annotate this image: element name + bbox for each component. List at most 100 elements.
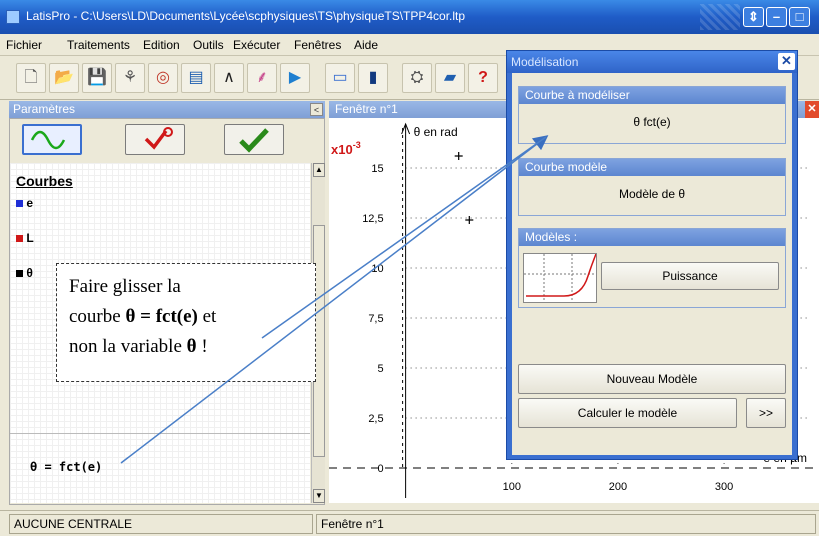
- collapse-panel-button[interactable]: <: [310, 103, 323, 116]
- instruction-callout: Faire glisser la courbe θ = fct(e) et no…: [56, 263, 316, 382]
- dialog-body: Courbe à modéliser θ fct(e) Courbe modèl…: [512, 73, 792, 455]
- window-title: LatisPro - C:\Users\LD\Documents\Lycée\s…: [26, 9, 466, 23]
- y-tick-label: 15: [371, 163, 383, 175]
- green-check-icon: [239, 128, 269, 153]
- menu-fenetres[interactable]: Fenêtres: [294, 38, 341, 52]
- validate-button[interactable]: [224, 124, 284, 155]
- y-multiplier-label: x10-3: [331, 140, 361, 157]
- x-tick-label: 300: [715, 481, 733, 493]
- model-curve-section: Courbe modèle Modèle de θ: [518, 158, 786, 216]
- status-bar: AUCUNE CENTRALE Fenêtre n°1: [0, 510, 819, 536]
- params-title: Paramètres: [13, 102, 76, 116]
- menu-executer[interactable]: Exécuter: [233, 38, 280, 52]
- callout-text: et: [197, 306, 217, 327]
- models-label: Modèles :: [519, 229, 785, 246]
- curve-to-model-label: Courbe à modéliser: [519, 87, 785, 104]
- curve-to-model-section: Courbe à modéliser θ fct(e): [518, 86, 786, 144]
- curve-label: L: [26, 231, 34, 245]
- dialog-close-button[interactable]: ✕: [778, 53, 795, 70]
- menu-outils[interactable]: Outils: [193, 38, 224, 52]
- curve-color-swatch: [16, 235, 23, 242]
- callout-text: !: [196, 336, 208, 357]
- pen-check-icon: [144, 127, 173, 150]
- help-icon[interactable]: ?: [468, 63, 498, 93]
- curve-label: θ: [26, 266, 33, 280]
- tools-icon[interactable]: ⛭: [402, 63, 432, 93]
- print-icon[interactable]: ▭: [325, 63, 355, 93]
- curves-heading: Courbes: [16, 173, 73, 189]
- params-header: Paramètres <: [9, 101, 325, 118]
- data-point: [454, 152, 463, 160]
- y-tick-label: 12,5: [362, 213, 383, 225]
- menu-aide[interactable]: Aide: [354, 38, 378, 52]
- x-tick-label: 200: [609, 481, 627, 493]
- y-tick-label: 10: [371, 263, 383, 275]
- power-model-thumbnail: [523, 253, 597, 303]
- power-curve-icon: [524, 253, 597, 302]
- minimize-button[interactable]: –: [766, 7, 787, 27]
- callout-text: non la variable: [69, 336, 187, 357]
- curve-label: e: [26, 196, 34, 210]
- x-tick-label: 100: [503, 481, 521, 493]
- play-icon[interactable]: ▶: [280, 63, 310, 93]
- menu-traitements[interactable]: Traitements: [67, 38, 130, 52]
- scroll-down-icon[interactable]: ▼: [313, 489, 325, 503]
- curve-item-e[interactable]: e: [16, 196, 33, 210]
- curve-to-model-drop-target[interactable]: θ fct(e): [519, 104, 785, 129]
- curve-color-swatch: [16, 270, 23, 277]
- more-options-button[interactable]: >>: [746, 398, 786, 428]
- model-curve-label: Courbe modèle: [519, 159, 785, 176]
- menu-edition[interactable]: Edition: [143, 38, 180, 52]
- theta-formula-item[interactable]: θ = fct(e): [30, 460, 102, 474]
- chart-icon[interactable]: ◎: [148, 63, 178, 93]
- y-tick-label: 7,5: [368, 313, 383, 325]
- dialog-title: Modélisation: [511, 55, 579, 69]
- y-axis-label: θ en rad: [414, 125, 458, 139]
- callout-bold: θ = fct(e): [125, 306, 198, 327]
- modelisation-dialog: Modélisation ✕ Courbe à modéliser θ fct(…: [506, 50, 798, 460]
- point-mode-button[interactable]: [125, 124, 185, 155]
- y-tick-label: 0: [377, 463, 383, 475]
- sheet-icon[interactable]: ▤: [181, 63, 211, 93]
- power-model-button[interactable]: Puissance: [601, 262, 779, 290]
- modelisation-icon[interactable]: ⸙: [247, 63, 277, 93]
- status-central: AUCUNE CENTRALE: [9, 514, 313, 534]
- book-icon[interactable]: ▰: [435, 63, 465, 93]
- curve-icon[interactable]: ∧: [214, 63, 244, 93]
- graph-close-button[interactable]: ✕: [805, 101, 819, 118]
- callout-text: courbe: [69, 306, 126, 327]
- callout-bold: θ: [186, 336, 197, 357]
- scroll-up-icon[interactable]: ▲: [313, 163, 325, 177]
- tree-icon[interactable]: ⚘: [115, 63, 145, 93]
- curve-item-l[interactable]: L: [16, 231, 34, 245]
- model-curve-value[interactable]: Modèle de θ: [519, 176, 785, 201]
- maximize-button[interactable]: □: [789, 7, 810, 27]
- menu-fichier[interactable]: Fichier: [6, 38, 42, 52]
- save-icon[interactable]: 💾: [82, 63, 112, 93]
- new-doc-icon[interactable]: 🗋: [16, 63, 46, 93]
- title-bar: LatisPro - C:\Users\LD\Documents\Lycée\s…: [0, 0, 819, 34]
- callout-line-1: Faire glisser la: [69, 276, 181, 297]
- compute-model-button[interactable]: Calculer le modèle: [518, 398, 737, 428]
- callout-line-3: non la variable θ !: [69, 332, 305, 362]
- open-folder-icon[interactable]: 📂: [49, 63, 79, 93]
- restore-size-button[interactable]: ⇕: [743, 7, 764, 27]
- calc-icon[interactable]: ▮: [358, 63, 388, 93]
- list-divider: [10, 433, 310, 434]
- models-section: Modèles : Puissance: [518, 228, 786, 308]
- status-window: Fenêtre n°1: [316, 514, 816, 534]
- sine-wave-icon: [30, 130, 66, 150]
- curve-color-swatch: [16, 200, 23, 207]
- graph-window-title: Fenêtre n°1: [335, 102, 398, 116]
- latispro-window: LatisPro - C:\Users\LD\Documents\Lycée\s…: [0, 0, 819, 536]
- y-tick-label: 5: [377, 363, 383, 375]
- data-point: [465, 216, 474, 224]
- app-icon: [6, 10, 20, 24]
- dialog-title-bar: Modélisation: [507, 51, 797, 73]
- curve-mode-button[interactable]: [22, 124, 82, 155]
- new-model-button[interactable]: Nouveau Modèle: [518, 364, 786, 394]
- curve-item-theta[interactable]: θ: [16, 266, 33, 280]
- title-decoration: [700, 4, 740, 30]
- y-tick-label: 2,5: [368, 413, 383, 425]
- callout-line-2: courbe θ = fct(e) et: [69, 302, 305, 332]
